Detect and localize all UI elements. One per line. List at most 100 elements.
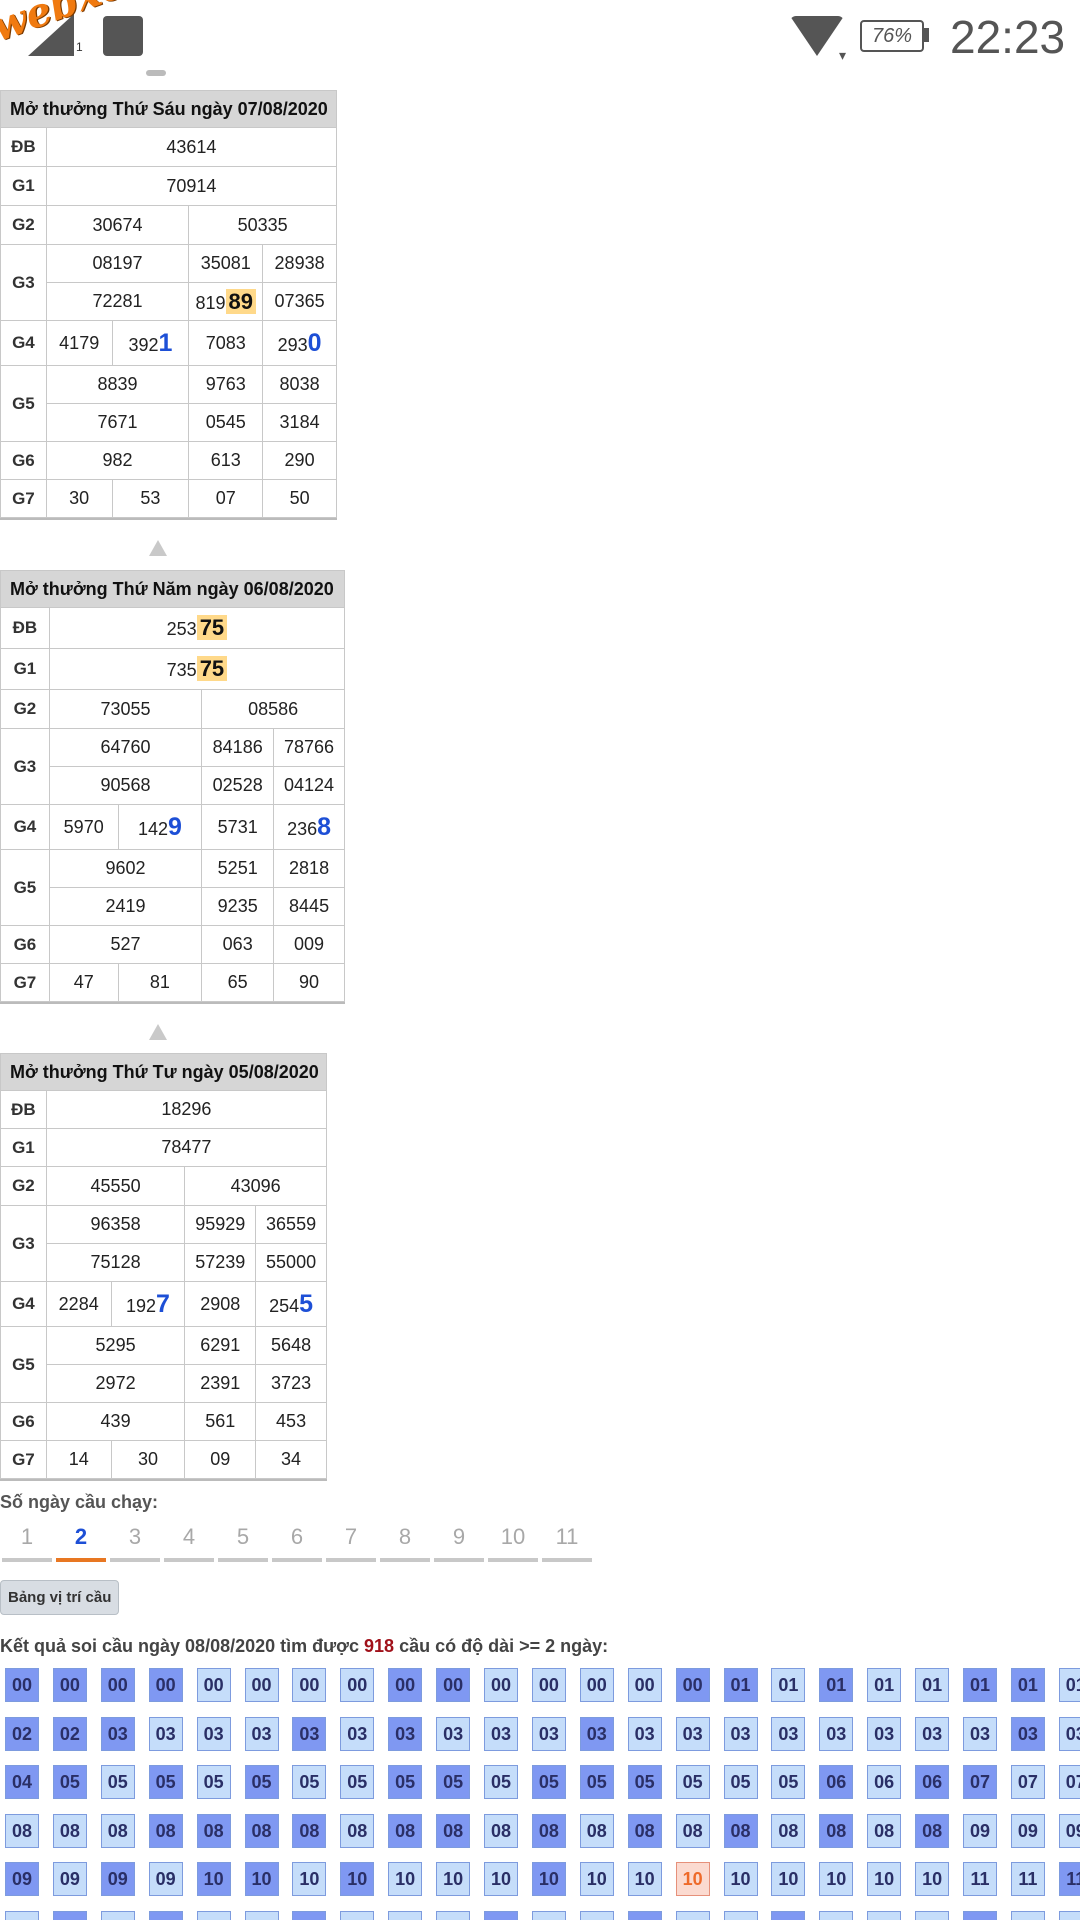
grid-cell[interactable]: 00 xyxy=(100,1668,135,1702)
grid-cell[interactable]: 00 xyxy=(579,1668,614,1702)
grid-cell[interactable]: 09 xyxy=(148,1862,183,1897)
grid-cell[interactable]: 05 xyxy=(675,1765,710,1800)
grid-cell[interactable]: 09 xyxy=(5,1862,39,1897)
grid-cell[interactable]: 01 xyxy=(819,1668,854,1702)
grid-cell[interactable]: 11 xyxy=(819,1911,854,1920)
grid-cell[interactable]: 01 xyxy=(963,1668,997,1702)
grid-cell[interactable]: 00 xyxy=(52,1668,87,1702)
grid-cell[interactable]: 11 xyxy=(963,1862,997,1897)
grid-cell[interactable]: 05 xyxy=(484,1765,518,1800)
grid-cell[interactable]: 05 xyxy=(100,1765,135,1800)
grid-cell[interactable]: 07 xyxy=(963,1765,997,1800)
grid-cell[interactable]: 05 xyxy=(52,1765,87,1800)
grid-cell[interactable]: 03 xyxy=(436,1716,471,1751)
grid-cell[interactable]: 08 xyxy=(436,1813,471,1848)
run-day-option[interactable]: 1 xyxy=(2,1524,52,1562)
run-day-option[interactable]: 9 xyxy=(434,1524,484,1562)
grid-cell[interactable]: 08 xyxy=(292,1813,327,1848)
grid-cell[interactable]: 08 xyxy=(484,1813,518,1848)
grid-cell[interactable]: 10 xyxy=(723,1862,758,1897)
grid-cell[interactable]: 00 xyxy=(627,1668,662,1702)
grid-cell[interactable]: 00 xyxy=(148,1668,183,1702)
grid-cell[interactable]: 11 xyxy=(5,1911,39,1920)
run-day-option[interactable]: 7 xyxy=(326,1524,376,1562)
grid-cell[interactable]: 05 xyxy=(531,1765,566,1800)
grid-cell[interactable]: 11 xyxy=(52,1911,87,1920)
grid-cell[interactable]: 03 xyxy=(723,1716,758,1751)
grid-cell[interactable]: 10 xyxy=(436,1862,471,1897)
grid-cell[interactable]: 08 xyxy=(723,1813,758,1848)
scroll-up-arrow-icon[interactable] xyxy=(149,540,167,556)
grid-cell[interactable]: 11 xyxy=(340,1911,375,1920)
grid-cell[interactable]: 08 xyxy=(531,1813,566,1848)
grid-cell[interactable]: 11 xyxy=(484,1911,518,1920)
grid-cell[interactable]: 02 xyxy=(5,1716,39,1751)
position-table-button[interactable]: Bảng vị trí cầu xyxy=(0,1580,120,1615)
grid-cell[interactable]: 05 xyxy=(579,1765,614,1800)
grid-cell[interactable]: 09 xyxy=(52,1862,87,1897)
grid-cell[interactable]: 11 xyxy=(627,1911,662,1920)
grid-cell[interactable]: 01 xyxy=(1058,1668,1080,1702)
grid-cell[interactable]: 01 xyxy=(915,1668,950,1702)
grid-cell[interactable]: 03 xyxy=(579,1716,614,1751)
grid-cell[interactable]: 10 xyxy=(244,1862,279,1897)
grid-cell[interactable]: 10 xyxy=(771,1862,806,1897)
grid-cell[interactable]: 00 xyxy=(484,1668,518,1702)
grid-cell[interactable]: 02 xyxy=(52,1716,87,1751)
grid-cell[interactable]: 08 xyxy=(5,1813,39,1848)
grid-cell[interactable]: 09 xyxy=(1010,1813,1045,1848)
grid-cell[interactable]: 08 xyxy=(579,1813,614,1848)
grid-cell[interactable]: 11 xyxy=(915,1911,950,1920)
grid-cell[interactable]: 05 xyxy=(723,1765,758,1800)
grid-cell[interactable]: 10 xyxy=(196,1862,231,1897)
grid-cell[interactable]: 03 xyxy=(148,1716,183,1751)
grid-cell[interactable]: 11 xyxy=(723,1911,758,1920)
grid-cell[interactable]: 04 xyxy=(5,1765,39,1800)
grid-cell[interactable]: 03 xyxy=(340,1716,375,1751)
grid-cell[interactable]: 11 xyxy=(148,1911,183,1920)
grid-cell[interactable]: 11 xyxy=(436,1911,471,1920)
grid-cell[interactable]: 01 xyxy=(771,1668,806,1702)
run-day-option[interactable]: 8 xyxy=(380,1524,430,1562)
grid-cell[interactable]: 00 xyxy=(388,1668,423,1702)
grid-cell[interactable]: 00 xyxy=(675,1668,710,1702)
grid-cell[interactable]: 05 xyxy=(627,1765,662,1800)
grid-cell[interactable]: 05 xyxy=(292,1765,327,1800)
grid-cell[interactable]: 01 xyxy=(723,1668,758,1702)
grid-cell[interactable]: 11 xyxy=(867,1911,902,1920)
grid-cell[interactable]: 10 xyxy=(531,1862,566,1897)
grid-cell[interactable]: 09 xyxy=(1058,1813,1080,1848)
scroll-up-arrow-icon[interactable] xyxy=(149,1024,167,1040)
grid-cell[interactable]: 08 xyxy=(627,1813,662,1848)
grid-cell[interactable]: 08 xyxy=(867,1813,902,1848)
grid-cell[interactable]: 03 xyxy=(1010,1716,1045,1751)
grid-cell[interactable]: 03 xyxy=(915,1716,950,1751)
grid-cell[interactable]: 06 xyxy=(915,1765,950,1800)
grid-cell[interactable]: 11 xyxy=(771,1911,806,1920)
grid-cell[interactable]: 10 xyxy=(819,1862,854,1897)
grid-cell[interactable]: 01 xyxy=(1010,1668,1045,1702)
grid-cell[interactable]: 05 xyxy=(340,1765,375,1800)
run-day-option[interactable]: 3 xyxy=(110,1524,160,1562)
grid-cell[interactable]: 00 xyxy=(196,1668,231,1702)
grid-cell[interactable]: 11 xyxy=(963,1911,997,1920)
grid-cell[interactable]: 03 xyxy=(867,1716,902,1751)
grid-cell[interactable]: 11 xyxy=(579,1911,614,1920)
grid-cell[interactable]: 00 xyxy=(244,1668,279,1702)
grid-cell[interactable]: 11 xyxy=(1058,1862,1080,1897)
run-day-option[interactable]: 6 xyxy=(272,1524,322,1562)
grid-cell[interactable]: 10 xyxy=(292,1862,327,1897)
grid-cell[interactable]: 00 xyxy=(531,1668,566,1702)
grid-cell[interactable]: 03 xyxy=(675,1716,710,1751)
grid-cell[interactable]: 11 xyxy=(388,1911,423,1920)
grid-cell[interactable]: 03 xyxy=(244,1716,279,1751)
grid-cell[interactable]: 07 xyxy=(1058,1765,1080,1800)
grid-cell[interactable]: 08 xyxy=(52,1813,87,1848)
grid-cell[interactable]: 00 xyxy=(340,1668,375,1702)
grid-cell[interactable]: 10 xyxy=(579,1862,614,1897)
grid-cell[interactable]: 10 xyxy=(340,1862,375,1897)
grid-cell[interactable]: 05 xyxy=(771,1765,806,1800)
grid-cell[interactable]: 08 xyxy=(196,1813,231,1848)
grid-cell[interactable]: 03 xyxy=(963,1716,997,1751)
grid-cell[interactable]: 05 xyxy=(148,1765,183,1800)
